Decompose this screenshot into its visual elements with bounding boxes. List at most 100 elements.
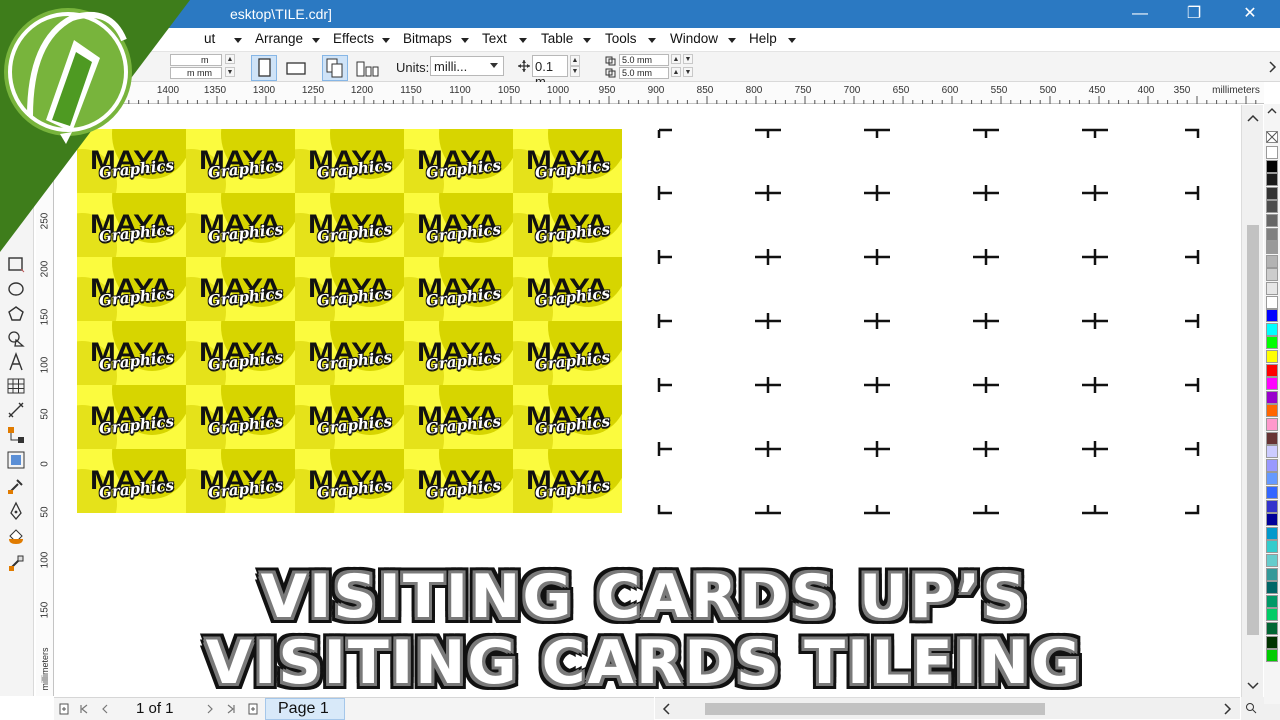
color-swatch[interactable] (1266, 295, 1278, 309)
current-page-button[interactable] (354, 55, 380, 81)
text-tool-icon[interactable] (6, 352, 26, 372)
menu-item-help[interactable]: Help (749, 31, 777, 49)
chevron-down-icon[interactable] (583, 38, 591, 43)
business-card[interactable]: MAYA Graphics (186, 193, 295, 257)
spin-down-icon[interactable]: ▼ (570, 66, 580, 77)
chevron-down-icon[interactable] (519, 38, 527, 43)
eyedropper-tool-icon[interactable] (6, 476, 26, 496)
nudge-distance-field[interactable]: 0.1 m (532, 55, 568, 89)
business-card[interactable]: MAYA Graphics (77, 449, 186, 513)
business-card[interactable]: MAYA Graphics (513, 257, 622, 321)
add-page-after-icon[interactable] (247, 703, 259, 715)
business-card[interactable]: MAYA Graphics (186, 129, 295, 193)
previous-page-icon[interactable] (100, 704, 110, 714)
horizontal-scrollbar[interactable] (655, 697, 1240, 719)
business-card[interactable]: MAYA Graphics (77, 257, 186, 321)
color-swatch[interactable] (1266, 486, 1278, 499)
zoom-icon[interactable] (1245, 702, 1257, 714)
landscape-button[interactable] (283, 55, 309, 81)
color-swatch[interactable] (1266, 404, 1278, 418)
business-card[interactable]: MAYA Graphics (404, 385, 513, 449)
color-swatch[interactable] (1266, 241, 1278, 255)
color-swatch[interactable] (1266, 227, 1278, 241)
business-card[interactable]: MAYA Graphics (186, 449, 295, 513)
menu-item-text[interactable]: Text (482, 31, 507, 49)
rectangle-tool-icon[interactable] (6, 254, 26, 274)
chevron-down-icon[interactable] (312, 38, 320, 43)
spin-up-icon[interactable]: ▲ (671, 67, 681, 77)
color-swatch[interactable] (1266, 363, 1278, 377)
color-swatch[interactable] (1266, 540, 1278, 554)
connector-tool-icon[interactable] (6, 425, 26, 445)
menu-item-window[interactable]: Window (670, 31, 718, 49)
portrait-button[interactable] (251, 55, 277, 81)
color-swatch[interactable] (1266, 200, 1278, 214)
minimize-button[interactable]: — (1112, 0, 1168, 28)
business-card[interactable]: MAYA Graphics (404, 193, 513, 257)
units-select[interactable]: milli... (430, 56, 504, 76)
business-card[interactable]: MAYA Graphics (295, 449, 404, 513)
business-card[interactable]: MAYA Graphics (295, 193, 404, 257)
menu-item-effects[interactable]: Effects (333, 31, 374, 49)
close-button[interactable]: ✕ (1222, 0, 1278, 28)
business-card[interactable]: MAYA Graphics (77, 321, 186, 385)
color-swatch[interactable] (1266, 268, 1278, 282)
next-page-icon[interactable] (205, 704, 215, 714)
color-swatch[interactable] (1266, 173, 1278, 187)
scroll-left-icon[interactable] (661, 703, 671, 715)
business-card[interactable]: MAYA Graphics (295, 257, 404, 321)
color-swatch[interactable] (1266, 377, 1278, 391)
contour-tool-icon[interactable] (6, 450, 26, 470)
business-card[interactable]: MAYA Graphics (513, 449, 622, 513)
maximize-button[interactable]: ❐ (1166, 0, 1222, 28)
scroll-right-icon[interactable] (1223, 703, 1233, 715)
page-tab[interactable]: Page 1 (265, 698, 345, 720)
color-swatch[interactable] (1266, 499, 1278, 513)
fill-tool-icon[interactable] (6, 527, 26, 547)
menu-item-layout[interactable]: ut (204, 31, 215, 49)
outline-pen-tool-icon[interactable] (6, 501, 26, 521)
all-pages-button[interactable] (322, 55, 348, 81)
color-swatch[interactable] (1266, 350, 1278, 363)
basic-shapes-tool-icon[interactable] (6, 329, 26, 349)
business-card[interactable]: MAYA Graphics (295, 129, 404, 193)
color-swatch[interactable] (1266, 418, 1278, 431)
palette-scroll-up-icon[interactable] (1267, 106, 1277, 116)
business-card[interactable]: MAYA Graphics (404, 321, 513, 385)
business-card[interactable]: MAYA Graphics (186, 385, 295, 449)
business-card[interactable]: MAYA Graphics (404, 257, 513, 321)
horizontal-scroll-thumb[interactable] (705, 703, 1045, 715)
spin-up-icon[interactable]: ▲ (570, 55, 580, 66)
menu-item-arrange[interactable]: Arrange (255, 31, 303, 49)
no-color-swatch[interactable] (1266, 131, 1278, 143)
chevron-right-icon[interactable] (1268, 60, 1278, 74)
spin-down-icon[interactable]: ▼ (683, 54, 693, 64)
color-swatch[interactable] (1266, 390, 1278, 404)
last-page-icon[interactable] (226, 704, 236, 714)
chevron-down-icon[interactable] (788, 38, 796, 43)
duplicate-x-field[interactable]: 5.0 mm (619, 54, 669, 66)
business-card[interactable]: MAYA Graphics (513, 321, 622, 385)
chevron-down-icon[interactable] (382, 38, 390, 43)
chevron-down-icon[interactable] (461, 38, 469, 43)
table-tool-icon[interactable] (6, 376, 26, 396)
color-swatch[interactable] (1266, 458, 1278, 472)
color-swatch[interactable] (1266, 309, 1278, 323)
business-card[interactable]: MAYA Graphics (186, 257, 295, 321)
color-swatch[interactable] (1266, 526, 1278, 540)
color-swatch[interactable] (1266, 214, 1278, 227)
color-swatch[interactable] (1266, 146, 1278, 159)
business-card[interactable]: MAYA Graphics (295, 385, 404, 449)
business-card[interactable]: MAYA Graphics (404, 449, 513, 513)
dimension-tool-icon[interactable] (6, 400, 26, 420)
chevron-down-icon[interactable] (728, 38, 736, 43)
business-card[interactable]: MAYA Graphics (77, 385, 186, 449)
business-card[interactable]: MAYA Graphics (295, 321, 404, 385)
spin-down-icon[interactable]: ▼ (683, 67, 693, 77)
spin-up-icon[interactable]: ▲ (671, 54, 681, 64)
menu-item-table[interactable]: Table (541, 31, 573, 49)
business-card[interactable]: MAYA Graphics (186, 321, 295, 385)
spin-down-icon[interactable]: ▼ (225, 67, 235, 77)
horizontal-ruler[interactable]: 1400 1350 1300 1250 1200 1150 1100 1050 … (54, 82, 1264, 104)
business-card[interactable]: MAYA Graphics (513, 385, 622, 449)
